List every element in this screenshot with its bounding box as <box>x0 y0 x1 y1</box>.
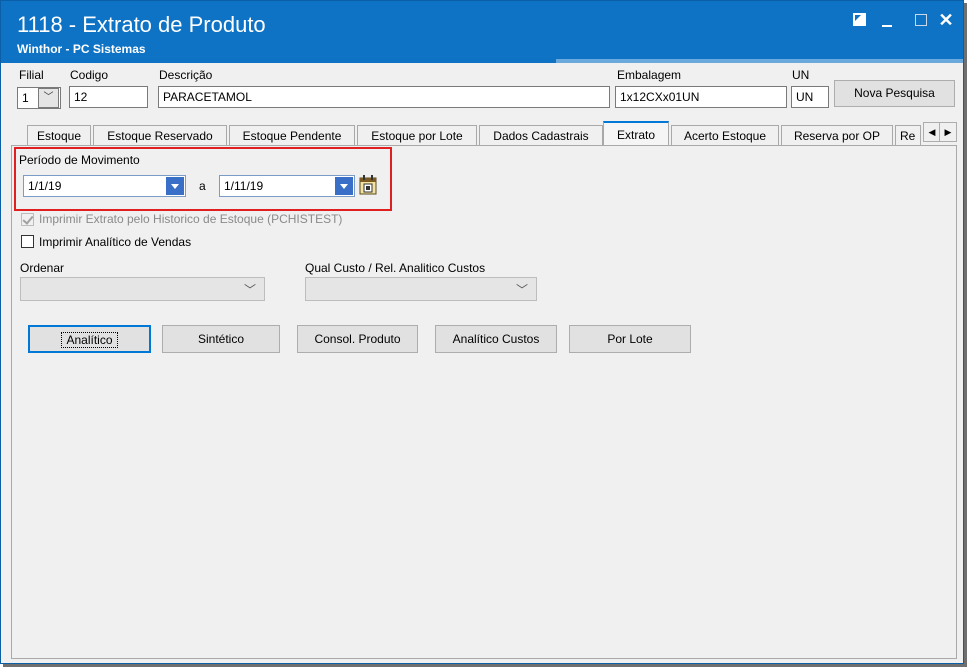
codigo-input[interactable]: 12 <box>69 86 148 108</box>
maximize-icon[interactable] <box>907 7 935 33</box>
nova-pesquisa-button[interactable]: Nova Pesquisa <box>834 80 955 107</box>
ordenar-select[interactable]: ﹀ <box>20 277 265 301</box>
sintetico-button[interactable]: Sintético <box>162 325 280 353</box>
filial-label: Filial <box>19 68 44 82</box>
window-title: 1118 - Extrato de Produto <box>17 12 266 37</box>
title-stripe <box>556 59 963 63</box>
tab-extrato[interactable]: Extrato <box>603 121 669 147</box>
analitico-button-label: Analítico <box>61 332 118 348</box>
highlight-box <box>14 147 392 211</box>
restore-icon[interactable] <box>853 13 866 26</box>
embalagem-label: Embalagem <box>617 68 682 82</box>
tab-estoque-pendente[interactable]: Estoque Pendente <box>229 125 355 146</box>
imprimir-analitico-label: Imprimir Analítico de Vendas <box>39 235 192 249</box>
tab-overflow[interactable]: Re <box>895 125 921 146</box>
minimize-icon[interactable] <box>874 7 902 33</box>
por-lote-button[interactable]: Por Lote <box>569 325 691 353</box>
title-bar[interactable]: 1118 - Extrato de Produto Winthor - PC S… <box>1 1 963 63</box>
consol-produto-button[interactable]: Consol. Produto <box>297 325 418 353</box>
tab-scroll-right-icon[interactable]: ▶ <box>939 122 957 142</box>
un-input[interactable]: UN <box>791 86 829 108</box>
descricao-input[interactable]: PARACETAMOL <box>158 86 610 108</box>
filial-value: 1 <box>22 91 29 105</box>
analitico-button[interactable]: Analítico <box>28 325 151 353</box>
chevron-down-icon[interactable]: ﹀ <box>38 88 59 108</box>
un-label: UN <box>792 68 810 82</box>
tab-estoque-por-lote[interactable]: Estoque por Lote <box>357 125 477 146</box>
chevron-down-icon: ﹀ <box>243 283 256 297</box>
tab-estoque[interactable]: Estoque <box>27 125 91 146</box>
codigo-label: Codigo <box>70 68 109 82</box>
app-window: 1118 - Extrato de Produto Winthor - PC S… <box>0 0 964 664</box>
tab-bar: Estoque Estoque Reservado Estoque Penden… <box>11 121 955 147</box>
tab-acerto-estoque[interactable]: Acerto Estoque <box>671 125 779 146</box>
qual-custo-select[interactable]: ﹀ <box>305 277 537 301</box>
analitico-custos-button[interactable]: Analítico Custos <box>435 325 557 353</box>
tab-reserva-por-op[interactable]: Reserva por OP <box>781 125 893 146</box>
tab-dados-cadastrais[interactable]: Dados Cadastrais <box>479 125 603 146</box>
close-icon[interactable]: ✕ <box>932 7 960 33</box>
chevron-down-icon: ﹀ <box>515 283 528 297</box>
imprimir-historico-label: Imprimir Extrato pelo Historico de Estoq… <box>39 212 343 226</box>
ordenar-label: Ordenar <box>20 261 65 275</box>
qual-custo-label: Qual Custo / Rel. Analitico Custos <box>305 261 486 275</box>
descricao-label: Descrição <box>159 68 213 82</box>
tab-estoque-reservado[interactable]: Estoque Reservado <box>93 125 227 146</box>
imprimir-historico-checkbox[interactable] <box>21 213 34 226</box>
embalagem-input[interactable]: 1x12CXx01UN <box>615 86 787 108</box>
window-subtitle: Winthor - PC Sistemas <box>17 42 146 56</box>
imprimir-analitico-checkbox[interactable] <box>21 235 34 248</box>
